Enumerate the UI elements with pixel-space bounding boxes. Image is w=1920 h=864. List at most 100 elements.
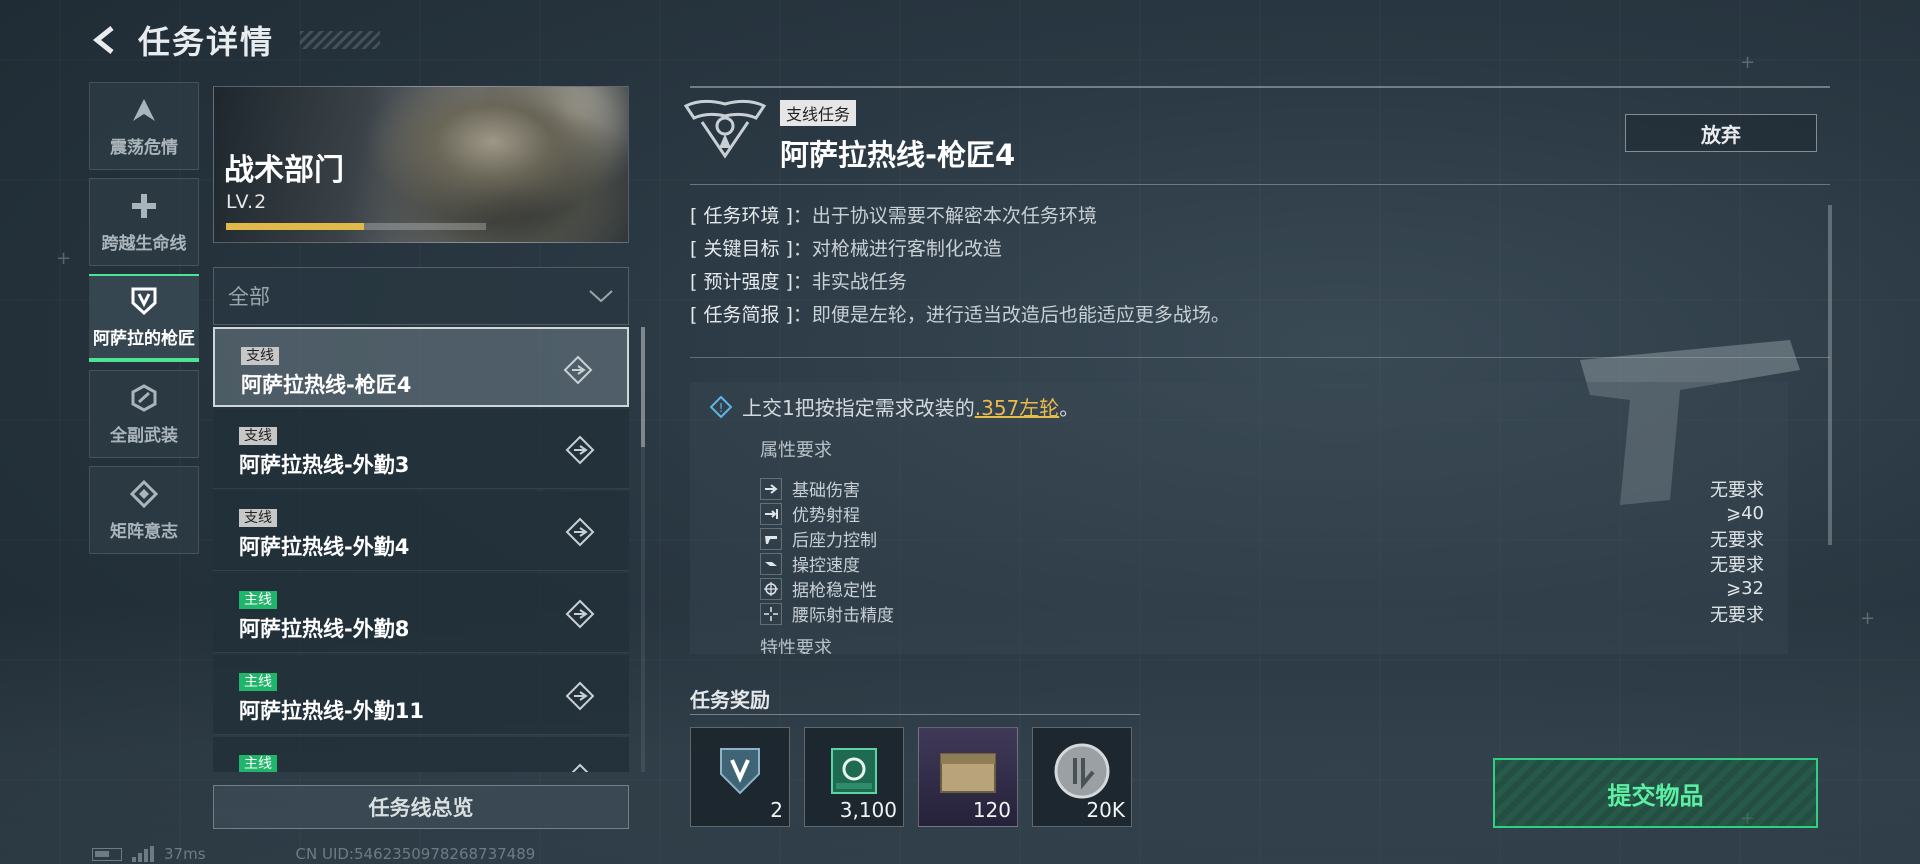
damage-icon — [760, 477, 782, 500]
recoil-icon — [760, 527, 782, 550]
requirement-suffix: 。 — [1059, 396, 1080, 420]
reward-count: 3,100 — [839, 798, 897, 822]
reward-title: 任务奖励 — [690, 688, 770, 712]
reward-item[interactable]: 120 — [918, 727, 1018, 827]
mission-diamond-icon — [571, 763, 589, 772]
deco-plus: + — [56, 248, 72, 269]
mission-item[interactable]: 主线 — [213, 737, 629, 772]
mission-diamond-icon — [565, 517, 595, 547]
deco-plus: + — [1740, 52, 1756, 73]
mission-diamond-icon — [565, 599, 595, 629]
ping-text: 37ms — [164, 845, 206, 863]
filter-value: 全部 — [228, 285, 270, 309]
trait-title: 特性要求 — [760, 638, 832, 654]
attribute-value: 无要求 — [1710, 604, 1764, 626]
category-tab-kuayue[interactable]: 跨越生命线 — [89, 178, 199, 266]
mission-diamond-icon — [565, 681, 595, 711]
triangle-a-icon — [129, 95, 159, 125]
detail-scrollbar[interactable] — [1828, 205, 1832, 545]
info-value: 非实战任务 — [811, 271, 907, 293]
deco-plus: + — [1860, 608, 1876, 629]
hipfire-icon — [760, 602, 782, 625]
reward-item[interactable]: 20K — [1032, 727, 1132, 827]
reward-list: 2 3,100 120 20K — [690, 727, 1132, 827]
mission-item[interactable]: 主线 阿萨拉热线-外勤11 — [213, 655, 629, 735]
diamond-icon — [129, 479, 159, 509]
reward-count: 2 — [770, 798, 783, 822]
reward-count: 120 — [972, 798, 1011, 822]
attribute-value: ⩾40 — [1726, 503, 1764, 524]
mission-badge: 支线 — [239, 427, 277, 445]
mission-diamond-icon — [563, 355, 593, 385]
soldier-portrait — [328, 87, 628, 242]
category-label: 跨越生命线 — [101, 233, 187, 254]
department-level: LV.2 — [226, 191, 268, 213]
mission-name: 阿萨拉热线-外勤3 — [239, 453, 410, 477]
reward-item[interactable]: 3,100 — [804, 727, 904, 827]
info-key: [ 预计强度 ] — [690, 271, 793, 293]
battery-icon — [92, 847, 122, 861]
mission-badge: 主线 — [239, 591, 277, 609]
mission-badge: 支线 — [239, 509, 277, 527]
info-key: [ 任务环境 ] — [690, 205, 793, 227]
mission-item[interactable]: 支线 阿萨拉热线-外勤4 — [213, 491, 629, 571]
svg-text:!: ! — [719, 401, 724, 415]
reward-item[interactable]: 2 — [690, 727, 790, 827]
attribute-name: 据枪稳定性 — [792, 581, 877, 601]
page-title: 任务详情 — [138, 23, 275, 61]
requirement-prefix: 上交1把按指定需求改装的 — [742, 396, 975, 420]
mission-badge: 支线 — [241, 347, 279, 365]
eagle-emblem-icon — [683, 99, 767, 159]
requirement-header: ! 上交1把按指定需求改装的.357左轮。 — [710, 392, 1079, 421]
stability-icon — [760, 577, 782, 600]
attribute-name: 操控速度 — [792, 556, 860, 576]
mission-item[interactable]: 支线 阿萨拉热线-外勤3 — [213, 409, 629, 489]
info-value: 即便是左轮，进行适当改造后也能适应更多战场。 — [811, 304, 1230, 326]
attribute-name: 基础伤害 — [792, 481, 860, 501]
category-tab-juzhen[interactable]: 矩阵意志 — [89, 466, 199, 554]
mission-line-overview-button[interactable]: 任务线总览 — [213, 785, 629, 829]
attribute-row: 优势射程 ⩾40 — [760, 501, 1764, 526]
requirement-weapon-link[interactable]: .357左轮 — [975, 396, 1060, 420]
category-label: 震荡危情 — [110, 137, 178, 158]
category-tab-quanfu[interactable]: 全副武装 — [89, 370, 199, 458]
abandon-button[interactable]: 放弃 — [1625, 114, 1817, 152]
info-value: 对枪械进行客制化改造 — [811, 238, 1002, 260]
attribute-row: 操控速度 无要求 — [760, 551, 1764, 576]
divider — [690, 184, 1830, 185]
attribute-name: 优势射程 — [792, 506, 860, 526]
handling-icon — [760, 552, 782, 575]
silver-coin-icon — [1054, 743, 1110, 799]
info-value: 出于协议需要不解密本次任务环境 — [811, 205, 1097, 227]
department-banner: 战术部门 LV.2 — [213, 86, 629, 243]
attribute-row: 据枪稳定性 ⩾32 — [760, 576, 1764, 601]
attribute-name: 腰际射击精度 — [792, 606, 894, 626]
scrollbar-thumb[interactable] — [641, 327, 645, 447]
info-row: [ 关键目标 ]：对枪械进行客制化改造 — [690, 238, 1002, 260]
mission-filter-dropdown[interactable]: 全部 — [213, 267, 629, 325]
mission-name: 阿萨拉热线-外勤11 — [239, 699, 424, 723]
mission-badge: 主线 — [239, 755, 277, 772]
attribute-title: 属性要求 — [760, 440, 832, 461]
info-key: [ 任务简报 ] — [690, 304, 793, 326]
reward-count: 20K — [1086, 798, 1125, 822]
attribute-value: 无要求 — [1710, 529, 1764, 551]
requirement-box: ! 上交1把按指定需求改装的.357左轮。 属性要求 基础伤害 无要求 优势射程… — [690, 382, 1788, 654]
submit-items-button[interactable]: 提交物品 — [1493, 758, 1818, 828]
range-icon — [760, 502, 782, 525]
department-progress-fill — [226, 223, 364, 230]
back-arrow-icon[interactable] — [90, 25, 120, 55]
mission-item[interactable]: 主线 阿萨拉热线-外勤8 — [213, 573, 629, 653]
ammo-box-icon — [940, 753, 996, 794]
category-tab-zhendang[interactable]: 震荡危情 — [89, 82, 199, 170]
info-key: [ 关键目标 ] — [690, 238, 793, 260]
mission-list-scrollbar[interactable] — [641, 327, 645, 772]
category-tab-asala-gunsmith[interactable]: 阿萨拉的枪匠 — [89, 274, 199, 362]
attribute-name: 后座力控制 — [792, 531, 877, 551]
attribute-value: 无要求 — [1710, 479, 1764, 501]
plus-icon — [129, 191, 159, 221]
department-name: 战术部门 — [224, 153, 344, 188]
mission-item[interactable]: 支线 阿萨拉热线-枪匠4 — [213, 327, 629, 407]
green-crate-icon — [831, 748, 877, 795]
department-progress-bar — [226, 223, 486, 230]
